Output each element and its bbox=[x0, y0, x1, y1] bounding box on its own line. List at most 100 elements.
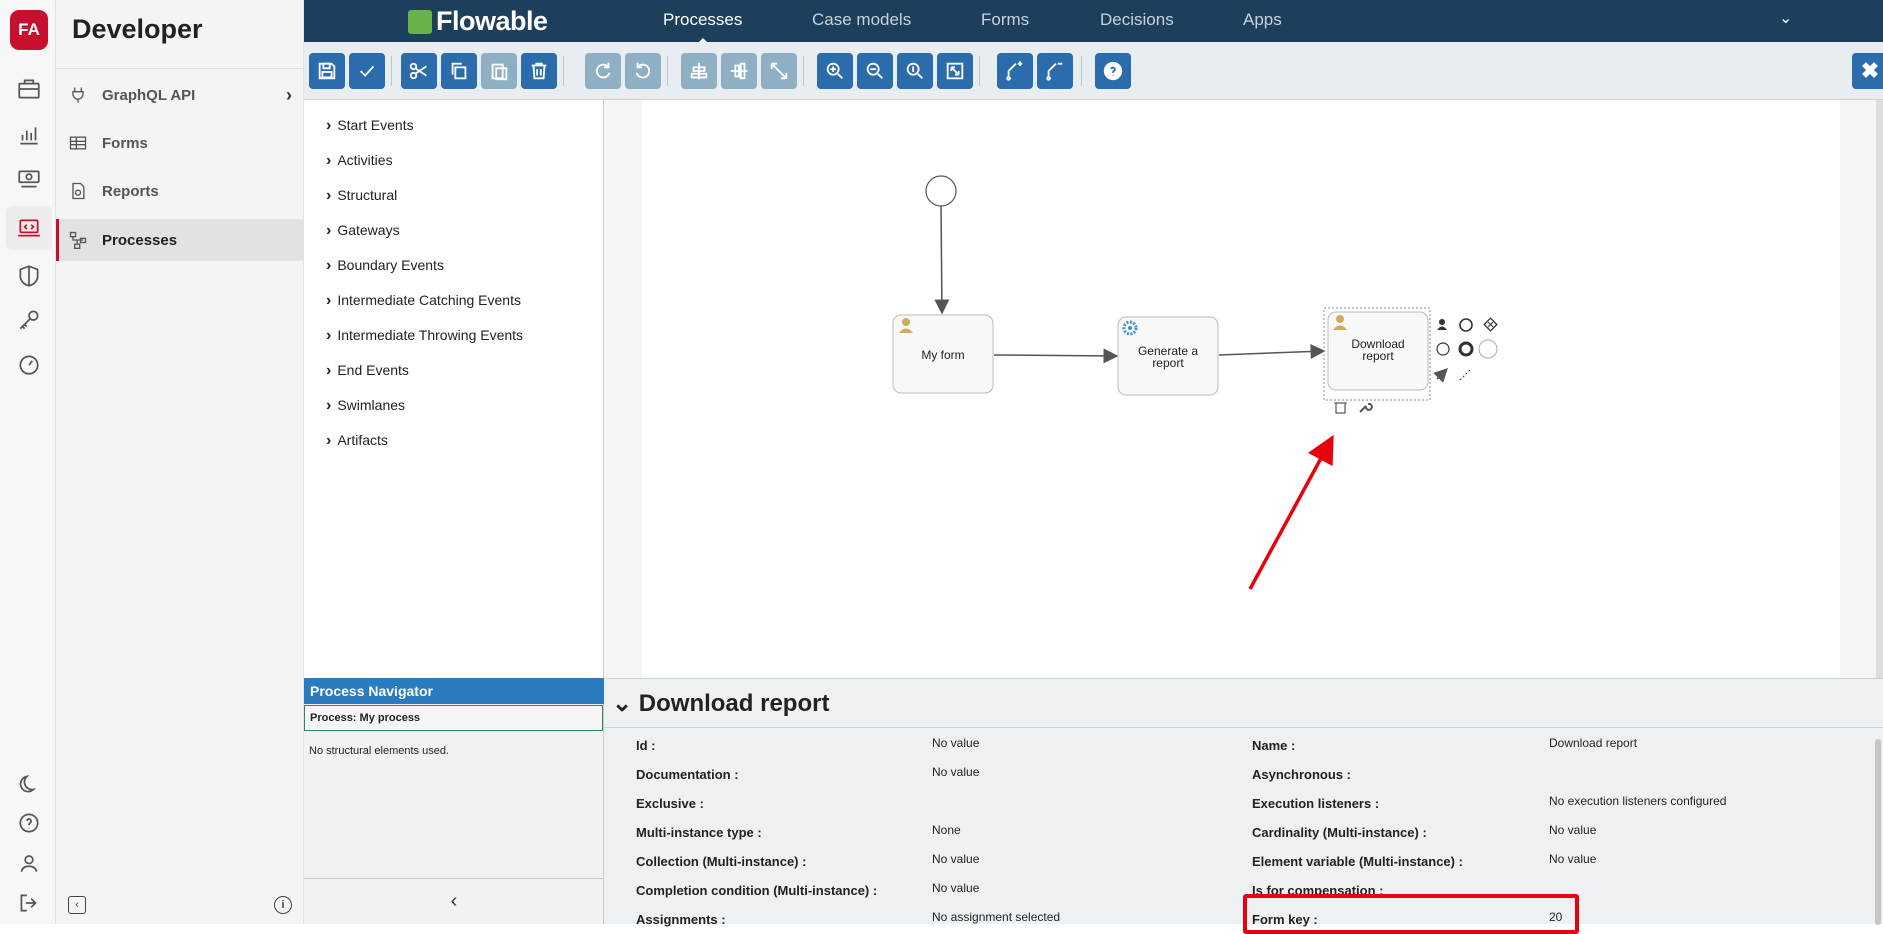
prop-value-element-variable[interactable]: No value bbox=[1549, 852, 1596, 866]
flowable-mark-icon bbox=[408, 9, 432, 34]
intermediate-event-shortcut-icon[interactable] bbox=[1436, 342, 1450, 356]
align-horizontal-icon[interactable] bbox=[681, 53, 717, 89]
save-icon[interactable] bbox=[309, 53, 345, 89]
logout-icon[interactable] bbox=[12, 886, 46, 920]
palette-group-intermediate-catching[interactable]: Intermediate Catching Events bbox=[326, 292, 521, 310]
analytics-icon[interactable] bbox=[12, 118, 46, 152]
palette-group-gateways[interactable]: Gateways bbox=[326, 222, 399, 240]
app-logo[interactable]: FA bbox=[10, 10, 48, 50]
association-icon[interactable] bbox=[1459, 369, 1471, 381]
prop-label-exclusive: Exclusive : bbox=[636, 796, 704, 811]
palette-group-activities[interactable]: Activities bbox=[326, 152, 392, 170]
copy-icon[interactable] bbox=[441, 53, 477, 89]
prop-value-id[interactable]: No value bbox=[932, 736, 979, 750]
zoom-fit-icon[interactable] bbox=[937, 53, 973, 89]
trash-icon[interactable] bbox=[1334, 402, 1347, 414]
palette-group-boundary-events[interactable]: Boundary Events bbox=[326, 257, 444, 275]
prop-label-multi-instance-type: Multi-instance type : bbox=[636, 825, 762, 840]
collapse-sidebar-icon[interactable]: ‹ bbox=[68, 896, 86, 914]
briefcase-icon[interactable] bbox=[12, 72, 46, 106]
properties-scrollbar[interactable] bbox=[1875, 739, 1881, 925]
sidebar-title: Developer bbox=[72, 14, 203, 44]
palette-group-structural[interactable]: Structural bbox=[326, 187, 397, 205]
palette-group-start-events[interactable]: Start Events bbox=[326, 117, 413, 135]
nav-decisions[interactable]: Decisions bbox=[1100, 10, 1174, 30]
sidebar-item-forms[interactable]: Forms bbox=[56, 122, 304, 164]
properties-title[interactable]: ⌄ Download report bbox=[612, 689, 829, 718]
redo-icon[interactable] bbox=[585, 53, 621, 89]
prop-label-cardinality: Cardinality (Multi-instance) : bbox=[1252, 825, 1427, 840]
navigator-process-item[interactable]: Process: My process bbox=[304, 705, 603, 731]
close-editor-button[interactable]: ✖ bbox=[1852, 53, 1883, 89]
user-task-shortcut-icon[interactable] bbox=[1437, 319, 1447, 330]
start-event[interactable] bbox=[925, 175, 957, 207]
gateway-shortcut-icon[interactable] bbox=[1483, 317, 1498, 332]
prop-value-name[interactable]: Download report bbox=[1549, 736, 1637, 750]
chevron-down-icon[interactable]: ⌄ bbox=[1779, 8, 1792, 28]
prop-label-id: Id : bbox=[636, 738, 656, 753]
prop-value-cardinality[interactable]: No value bbox=[1549, 823, 1596, 837]
prop-label-name: Name : bbox=[1252, 738, 1296, 753]
same-size-icon[interactable] bbox=[761, 53, 797, 89]
palette-group-swimlanes[interactable]: Swimlanes bbox=[326, 397, 405, 415]
help-icon[interactable] bbox=[1095, 53, 1131, 89]
prop-value-collection[interactable]: No value bbox=[932, 852, 979, 866]
sequence-flow[interactable] bbox=[993, 348, 1119, 364]
connect-arrow-icon[interactable] bbox=[1433, 368, 1448, 383]
help-icon[interactable] bbox=[12, 806, 46, 840]
bendpoint-remove-icon[interactable] bbox=[1037, 53, 1073, 89]
developer-icon[interactable] bbox=[6, 206, 52, 250]
validate-icon[interactable] bbox=[349, 53, 385, 89]
paste-icon[interactable] bbox=[481, 53, 517, 89]
sidebar-item-graphql[interactable]: GraphQL API › bbox=[56, 74, 304, 116]
boundary-event-shortcut-icon[interactable] bbox=[1458, 341, 1474, 357]
chevron-right-icon[interactable]: › bbox=[286, 85, 292, 106]
undo-icon[interactable] bbox=[625, 53, 661, 89]
nav-processes[interactable]: Processes bbox=[663, 10, 742, 44]
sequence-flow[interactable] bbox=[1218, 344, 1326, 360]
sidebar-item-reports[interactable]: Reports bbox=[56, 170, 304, 212]
nav-apps[interactable]: Apps bbox=[1243, 10, 1282, 30]
bendpoint-add-icon[interactable] bbox=[997, 53, 1033, 89]
prop-value-completion-condition[interactable]: No value bbox=[932, 881, 979, 895]
palette-group-artifacts[interactable]: Artifacts bbox=[326, 432, 388, 450]
canvas-scrollbar[interactable] bbox=[1876, 100, 1883, 678]
shape-palette: Start Events Activities Structural Gatew… bbox=[304, 100, 604, 678]
zoom-out-icon[interactable] bbox=[857, 53, 893, 89]
chevron-down-icon[interactable]: ⌄ bbox=[612, 690, 639, 717]
zoom-in-icon[interactable] bbox=[817, 53, 853, 89]
prop-value-multi-instance-type[interactable]: None bbox=[932, 823, 961, 837]
sidebar-item-processes[interactable]: Processes bbox=[56, 219, 304, 261]
palette-group-intermediate-throwing[interactable]: Intermediate Throwing Events bbox=[326, 327, 523, 345]
process-navigator: Process Navigator Process: My process No… bbox=[304, 678, 604, 924]
nav-case-models[interactable]: Case models bbox=[812, 10, 911, 30]
navigator-header: Process Navigator bbox=[304, 678, 604, 704]
diagram-canvas[interactable]: My form Generate a report Download repor… bbox=[642, 100, 1840, 678]
nav-forms[interactable]: Forms bbox=[981, 10, 1029, 30]
sidebar-item-label: GraphQL API bbox=[102, 86, 196, 104]
moon-icon[interactable] bbox=[12, 766, 46, 800]
key-icon[interactable] bbox=[12, 303, 46, 337]
sidebar-item-label: Forms bbox=[102, 134, 148, 152]
properties-panel: ⌄ Download report Id : No value Document… bbox=[604, 678, 1883, 927]
prop-value-documentation[interactable]: No value bbox=[932, 765, 979, 779]
palette-group-end-events[interactable]: End Events bbox=[326, 362, 409, 380]
collapse-navigator-icon[interactable]: ‹ bbox=[304, 878, 604, 924]
dashboard-icon[interactable] bbox=[12, 347, 46, 381]
user-icon[interactable] bbox=[12, 846, 46, 880]
end-event-shortcut-icon[interactable] bbox=[1459, 318, 1473, 332]
wrench-icon[interactable] bbox=[1359, 402, 1373, 413]
prop-value-assignments[interactable]: No assignment selected bbox=[932, 910, 1060, 924]
prop-label-collection: Collection (Multi-instance) : bbox=[636, 854, 807, 869]
info-icon[interactable]: i bbox=[274, 896, 292, 914]
sequence-flow[interactable] bbox=[934, 205, 950, 315]
prop-value-execution-listeners[interactable]: No execution listeners configured bbox=[1549, 794, 1726, 808]
align-vertical-icon[interactable] bbox=[721, 53, 757, 89]
cut-icon[interactable] bbox=[401, 53, 437, 89]
zoom-actual-icon[interactable] bbox=[897, 53, 933, 89]
shield-icon[interactable] bbox=[12, 259, 46, 293]
delete-icon[interactable] bbox=[521, 53, 557, 89]
money-icon[interactable] bbox=[12, 162, 46, 196]
annotation-shortcut-icon[interactable] bbox=[1478, 339, 1498, 359]
prop-label-asynchronous: Asynchronous : bbox=[1252, 767, 1351, 782]
